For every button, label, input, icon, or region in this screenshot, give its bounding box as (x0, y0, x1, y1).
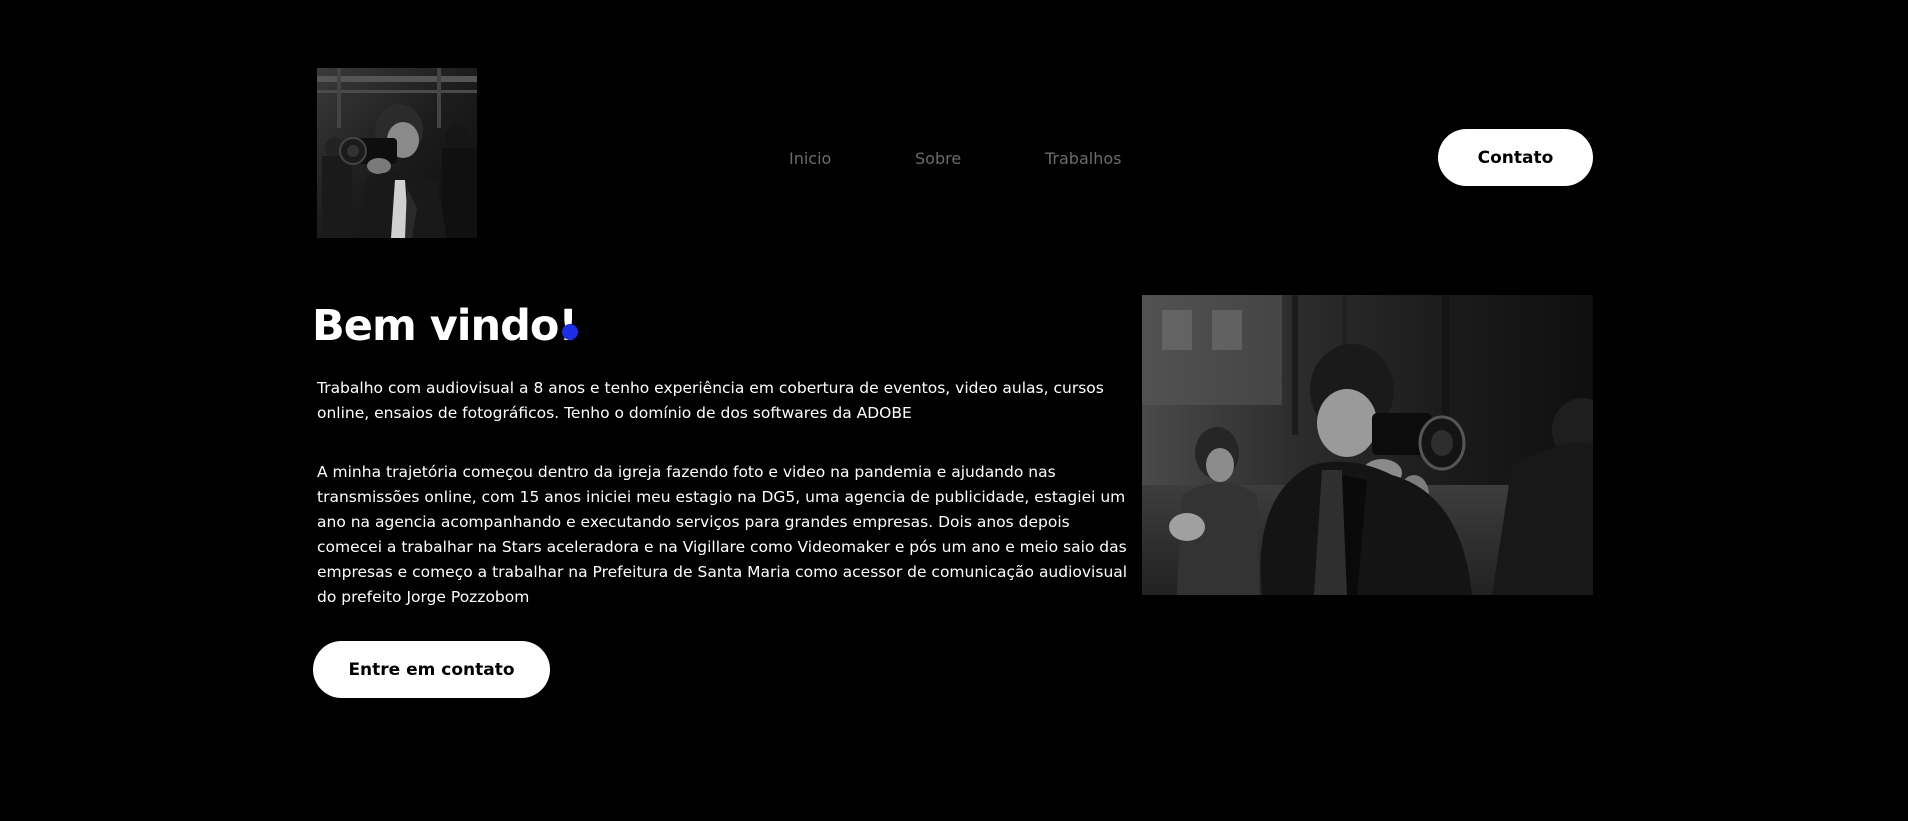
nav-link-inicio[interactable]: Inicio (789, 149, 831, 168)
contact-button[interactable]: Contato (1438, 129, 1593, 186)
logo-photo-image (317, 68, 477, 238)
nav-link-sobre[interactable]: Sobre (915, 149, 961, 168)
accent-dot (562, 324, 578, 340)
intro-paragraph: Trabalho com audiovisual a 8 anos e tenh… (317, 379, 1104, 422)
cta-contact-button[interactable]: Entre em contato (313, 641, 550, 698)
hero-photo-image (1142, 295, 1593, 595)
history-paragraph: A minha trajetória começou dentro da igr… (317, 463, 1128, 606)
nav-link-trabalhos[interactable]: Trabalhos (1045, 149, 1121, 168)
page-title: Bem vindo! (312, 301, 578, 351)
hero-photo (1142, 295, 1593, 595)
logo-photo[interactable] (317, 68, 477, 238)
